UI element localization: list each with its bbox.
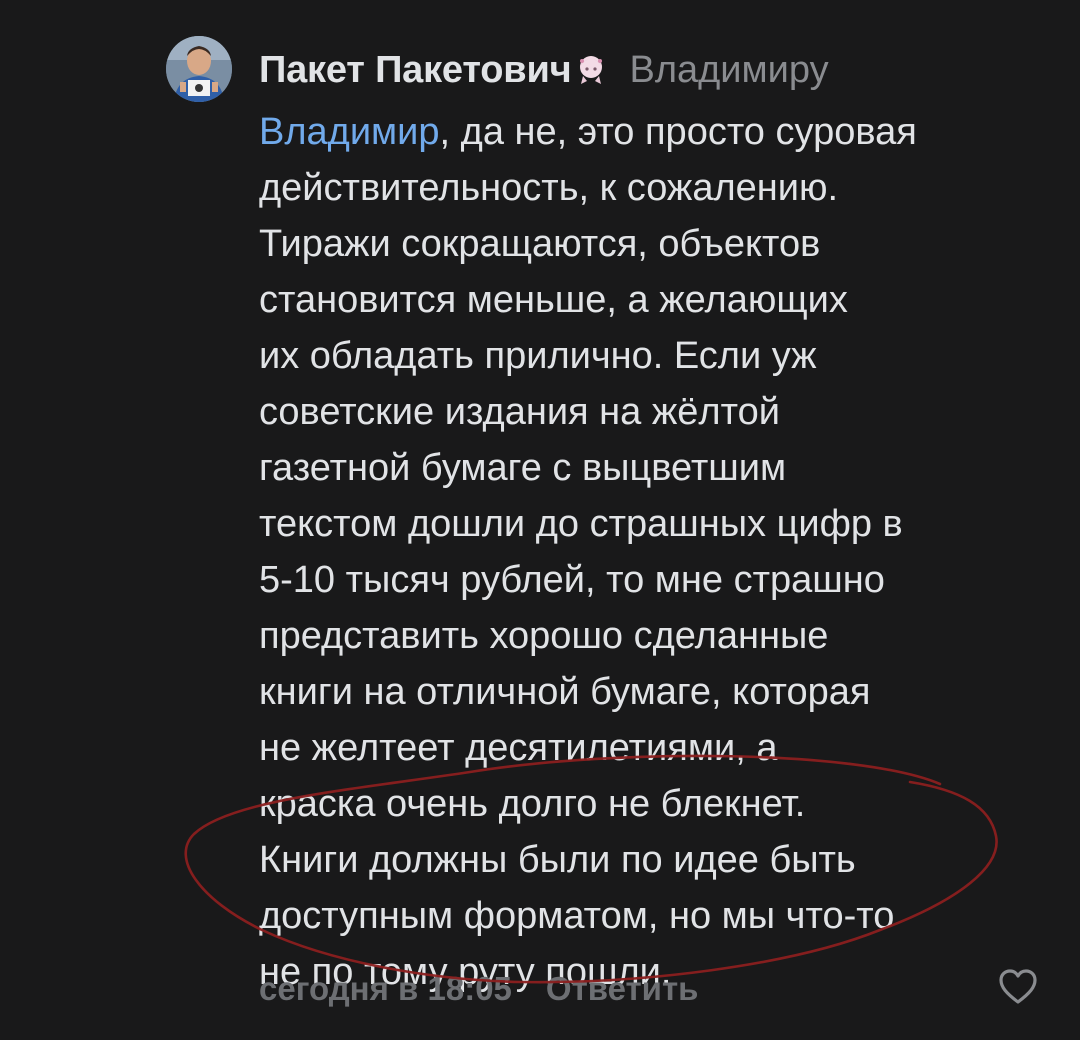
avatar[interactable] <box>166 36 232 102</box>
comment-line: становится меньше, а желающих <box>259 279 848 321</box>
comment-line: Книги должны были по идее быть <box>259 839 856 881</box>
reply-button[interactable]: Ответить <box>546 970 699 1008</box>
comment-header: Пакет Пакетович Владимиру <box>259 42 829 98</box>
comment-line: представить хорошо сделанные <box>259 615 829 657</box>
comment-line: доступным форматом, но мы что-то <box>259 895 895 937</box>
comment-footer: сегодня в 18:05 Ответить <box>259 964 698 1014</box>
like-button[interactable] <box>998 968 1038 1006</box>
comment-line: книги на отличной бумаге, которая <box>259 671 871 713</box>
comment-text: Владимир, да не, это просто суровая дейс… <box>259 104 1059 1000</box>
comment-line: Владимир, да не, это просто суровая <box>259 104 1059 160</box>
mention-link[interactable]: Владимир <box>259 111 440 153</box>
comment-line: Тиражи сокращаются, объектов <box>259 223 821 265</box>
comment-line: текстом дошли до страшных цифр в <box>259 503 903 545</box>
comment-timestamp: сегодня в 18:05 <box>259 970 512 1007</box>
comment-line: действительность, к сожалению. <box>259 167 839 209</box>
comment-line: не желтеет десятилетиями, а <box>259 727 778 769</box>
author-name[interactable]: Пакет Пакетович <box>259 49 572 92</box>
comment: Пакет Пакетович Владимиру Владимир, да н… <box>0 0 1080 1040</box>
heart-outline-icon <box>999 969 1037 1004</box>
anime-girl-sticker-icon <box>575 54 607 86</box>
reply-to-name[interactable]: Владимиру <box>629 49 828 92</box>
comment-line: 5-10 тысяч рублей, то мне страшно <box>259 559 885 601</box>
avatar-image <box>166 36 232 102</box>
comment-line: советские издания на жёлтой <box>259 391 780 433</box>
comment-line: их обладать прилично. Если уж <box>259 335 817 377</box>
comment-line: краска очень долго не блекнет. <box>259 783 806 825</box>
comment-line: газетной бумаге с выцветшим <box>259 447 787 489</box>
comment-line-rest: , да не, это просто суровая <box>439 111 917 153</box>
